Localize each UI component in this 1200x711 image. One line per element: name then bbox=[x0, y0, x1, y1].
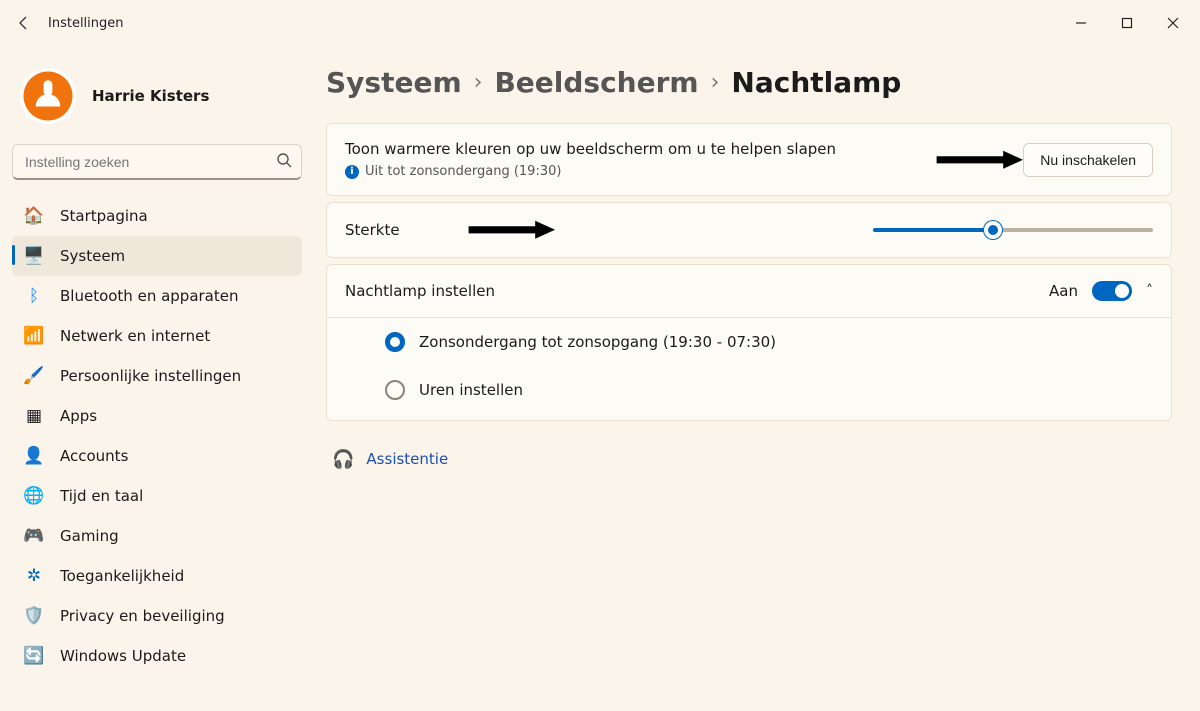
gamepad-icon: 🎮 bbox=[24, 526, 44, 546]
enable-now-button[interactable]: Nu inschakelen bbox=[1023, 143, 1153, 177]
search-icon bbox=[276, 152, 292, 172]
wifi-icon: 📶 bbox=[24, 326, 44, 346]
search bbox=[12, 144, 302, 180]
schedule-toggle[interactable] bbox=[1092, 281, 1132, 301]
update-icon: 🔄 bbox=[24, 646, 44, 666]
minimize-button[interactable] bbox=[1058, 3, 1104, 43]
sidebar-item-label: Netwerk en internet bbox=[60, 327, 210, 345]
sidebar-item-systeem[interactable]: 🖥️ Systeem bbox=[12, 236, 302, 276]
annotation-arrow-icon bbox=[933, 149, 1023, 171]
intro-card: Toon warmere kleuren op uw beeldscherm o… bbox=[326, 123, 1172, 196]
sidebar-item-label: Bluetooth en apparaten bbox=[60, 287, 239, 305]
profile[interactable]: Harrie Kisters bbox=[12, 50, 302, 136]
strength-card: Sterkte bbox=[326, 202, 1172, 258]
main: Systeem › Beeldscherm › Nachtlamp Toon w… bbox=[310, 46, 1200, 711]
headset-icon: 🎧 bbox=[332, 449, 354, 470]
sidebar-item-update[interactable]: 🔄 Windows Update bbox=[12, 636, 302, 676]
schedule-header[interactable]: Nachtlamp instellen Aan ˄ bbox=[327, 265, 1171, 317]
intro-title: Toon warmere kleuren op uw beeldscherm o… bbox=[345, 140, 933, 158]
radio-indicator bbox=[385, 332, 405, 352]
schedule-state: Aan bbox=[1049, 282, 1078, 300]
window-title: Instellingen bbox=[48, 16, 124, 31]
sidebar-item-apps[interactable]: ▦ Apps bbox=[12, 396, 302, 436]
sidebar-item-label: Persoonlijke instellingen bbox=[60, 367, 241, 385]
search-input[interactable] bbox=[12, 144, 302, 180]
shield-icon: 🛡️ bbox=[24, 606, 44, 626]
apps-icon: ▦ bbox=[24, 406, 44, 426]
sidebar-item-persoonlijk[interactable]: 🖌️ Persoonlijke instellingen bbox=[12, 356, 302, 396]
sidebar-item-label: Windows Update bbox=[60, 647, 186, 665]
schedule-card: Nachtlamp instellen Aan ˄ Zonsondergang … bbox=[326, 264, 1172, 421]
radio-indicator bbox=[385, 380, 405, 400]
sidebar-item-startpagina[interactable]: 🏠 Startpagina bbox=[12, 196, 302, 236]
sidebar-item-label: Apps bbox=[60, 407, 97, 425]
brush-icon: 🖌️ bbox=[24, 366, 44, 386]
sidebar-item-label: Tijd en taal bbox=[60, 487, 143, 505]
system-icon: 🖥️ bbox=[24, 246, 44, 266]
slider-thumb[interactable] bbox=[984, 221, 1002, 239]
info-icon: i bbox=[345, 165, 359, 179]
breadcrumb: Systeem › Beeldscherm › Nachtlamp bbox=[326, 66, 1172, 99]
sidebar-item-label: Systeem bbox=[60, 247, 125, 265]
sidebar-item-label: Startpagina bbox=[60, 207, 148, 225]
sidebar-item-toegankelijkheid[interactable]: ✲ Toegankelijkheid bbox=[12, 556, 302, 596]
intro-sub: Uit tot zonsondergang (19:30) bbox=[365, 164, 561, 179]
avatar bbox=[20, 68, 76, 124]
radio-label: Zonsondergang tot zonsopgang (19:30 - 07… bbox=[419, 333, 776, 351]
annotation-arrow-icon bbox=[465, 219, 555, 241]
radio-sunset-sunrise[interactable]: Zonsondergang tot zonsopgang (19:30 - 07… bbox=[385, 332, 1153, 352]
bluetooth-icon: ᛒ bbox=[24, 286, 44, 306]
sidebar-item-label: Toegankelijkheid bbox=[60, 567, 184, 585]
breadcrumb-p1[interactable]: Systeem bbox=[326, 66, 462, 99]
titlebar: Instellingen bbox=[0, 0, 1200, 46]
maximize-button[interactable] bbox=[1104, 3, 1150, 43]
sidebar-item-netwerk[interactable]: 📶 Netwerk en internet bbox=[12, 316, 302, 356]
sidebar-item-gaming[interactable]: 🎮 Gaming bbox=[12, 516, 302, 556]
accessibility-icon: ✲ bbox=[24, 566, 44, 586]
person-icon: 👤 bbox=[24, 446, 44, 466]
breadcrumb-current: Nachtlamp bbox=[731, 66, 901, 99]
sidebar-item-accounts[interactable]: 👤 Accounts bbox=[12, 436, 302, 476]
back-button[interactable] bbox=[4, 3, 44, 43]
sidebar-item-tijd[interactable]: 🌐 Tijd en taal bbox=[12, 476, 302, 516]
strength-label: Sterkte bbox=[345, 221, 465, 239]
close-button[interactable] bbox=[1150, 3, 1196, 43]
breadcrumb-p2[interactable]: Beeldscherm bbox=[494, 66, 698, 99]
sidebar-item-bluetooth[interactable]: ᛒ Bluetooth en apparaten bbox=[12, 276, 302, 316]
radio-set-hours[interactable]: Uren instellen bbox=[385, 380, 1153, 400]
sidebar-item-label: Gaming bbox=[60, 527, 119, 545]
chevron-right-icon: › bbox=[474, 70, 483, 95]
sidebar-item-privacy[interactable]: 🛡️ Privacy en beveiliging bbox=[12, 596, 302, 636]
sidebar-item-label: Accounts bbox=[60, 447, 128, 465]
clock-icon: 🌐 bbox=[24, 486, 44, 506]
home-icon: 🏠 bbox=[24, 206, 44, 226]
strength-slider[interactable] bbox=[873, 220, 1153, 240]
nav: 🏠 Startpagina 🖥️ Systeem ᛒ Bluetooth en app… bbox=[12, 196, 302, 676]
profile-name: Harrie Kisters bbox=[92, 87, 209, 105]
radio-label: Uren instellen bbox=[419, 381, 523, 399]
assist-label: Assistentie bbox=[366, 450, 448, 468]
chevron-up-icon: ˄ bbox=[1146, 283, 1153, 299]
sidebar-item-label: Privacy en beveiliging bbox=[60, 607, 225, 625]
sidebar: Harrie Kisters 🏠 Startpagina 🖥️ Systeem ᛒB… bbox=[0, 46, 310, 711]
schedule-title: Nachtlamp instellen bbox=[345, 282, 1049, 300]
schedule-options: Zonsondergang tot zonsopgang (19:30 - 07… bbox=[327, 317, 1171, 420]
assist-link[interactable]: 🎧 Assistentie bbox=[326, 449, 1172, 470]
chevron-right-icon: › bbox=[711, 70, 720, 95]
